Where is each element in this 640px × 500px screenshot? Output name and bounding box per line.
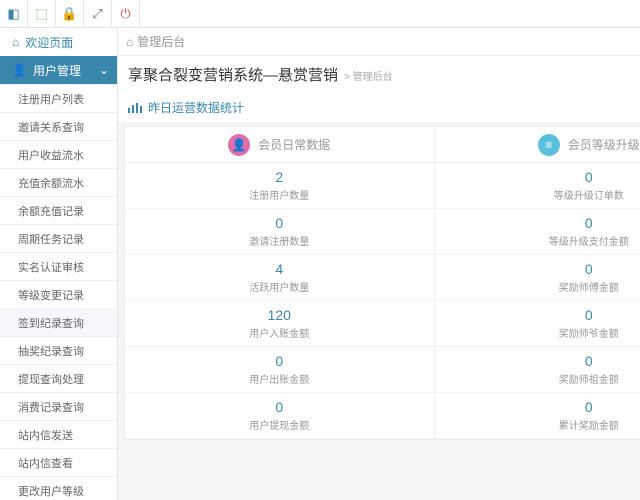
stats-column-0: 👤 会员日常数据 2 注册用户数量 0 邀请注册数量 4 活跃用户数量 120 用户入账金额 0 用户… (125, 127, 435, 439)
page-title: 享聚合裂变营销系统—悬赏营销 (128, 64, 338, 85)
stat-label: 注册用户数量 (125, 187, 434, 202)
top-toolbar: ◧ ⬚ 🔒 ⤢ ⏻ (0, 0, 640, 28)
sidebar-item-1[interactable]: 邀请关系查询 (0, 112, 117, 140)
home-icon: ⌂ (126, 35, 133, 49)
column-title: 会员日常数据 (258, 136, 330, 153)
sidebar: ⌂ 欢迎页面 👤 用户管理 ⌄ 注册用户列表邀请关系查询用户收益流水充值余额流水… (0, 28, 118, 500)
stat-item: 0 邀请注册数量 (125, 209, 434, 255)
sidebar-item-8[interactable]: 签到纪录查询 (0, 308, 117, 336)
header-label: 用户管理 (33, 62, 81, 79)
page-subtitle: > 管理后台 (344, 68, 393, 83)
sidebar-item-9[interactable]: 抽奖纪录查询 (0, 336, 117, 364)
column-title: 会员等级升级 (568, 136, 640, 153)
breadcrumb: ⌂ 管理后台 (118, 28, 640, 56)
stat-label: 用户提现金额 (125, 417, 434, 432)
stat-label: 奖励师傅金额 (435, 279, 640, 294)
stat-label: 等级升级支付金额 (435, 233, 640, 248)
sidebar-header-users[interactable]: 👤 用户管理 ⌄ (0, 56, 117, 84)
stat-value: 120 (125, 307, 434, 323)
sidebar-item-13[interactable]: 站内信查看 (0, 448, 117, 476)
welcome-label: 欢迎页面 (25, 34, 73, 51)
sidebar-item-0[interactable]: 注册用户列表 (0, 84, 117, 112)
stat-item: 0 用户出账金额 (125, 347, 434, 393)
stat-item: 0 等级升级订单数 (435, 163, 640, 209)
stat-item: 0 奖励师爷金额 (435, 301, 640, 347)
column-header: ≡ 会员等级升级 (435, 127, 640, 163)
sidebar-item-3[interactable]: 充值余额流水 (0, 168, 117, 196)
stat-label: 等级升级订单数 (435, 187, 640, 202)
stat-label: 奖励师爷金额 (435, 325, 640, 340)
stat-item: 0 等级升级支付金额 (435, 209, 640, 255)
stat-item: 0 用户提现金额 (125, 393, 434, 439)
sidebar-welcome[interactable]: ⌂ 欢迎页面 (0, 28, 117, 56)
stat-value: 4 (125, 261, 434, 277)
sidebar-item-10[interactable]: 提现查询处理 (0, 364, 117, 392)
column-header: 👤 会员日常数据 (125, 127, 434, 163)
stat-label: 奖励师祖金额 (435, 371, 640, 386)
stat-label: 用户入账金额 (125, 325, 434, 340)
crumb-text: 管理后台 (137, 33, 185, 50)
chevron-down-icon: ⌄ (99, 63, 109, 77)
stat-item: 0 奖励师傅金额 (435, 255, 640, 301)
stat-value: 0 (435, 353, 640, 369)
toolbar-btn-4[interactable]: ⤢ (84, 0, 112, 28)
stat-item: 2 注册用户数量 (125, 163, 434, 209)
stat-label: 活跃用户数量 (125, 279, 434, 294)
menu-icon: ≡ (538, 134, 560, 156)
stats-column-1: ≡ 会员等级升级 0 等级升级订单数 0 等级升级支付金额 0 奖励师傅金额 0 奖励师爷金额 0 奖… (435, 127, 640, 439)
toolbar-btn-3[interactable]: 🔒 (56, 0, 84, 28)
stat-label: 邀请注册数量 (125, 233, 434, 248)
sidebar-item-2[interactable]: 用户收益流水 (0, 140, 117, 168)
stat-item: 0 累计奖励金额 (435, 393, 640, 439)
home-icon: ⌂ (12, 35, 19, 49)
section-title: 昨日运营数据统计 (118, 93, 640, 122)
sidebar-item-5[interactable]: 周期任务记录 (0, 224, 117, 252)
user-icon: 👤 (12, 63, 27, 77)
toolbar-btn-2[interactable]: ⬚ (28, 0, 56, 28)
stat-value: 0 (125, 353, 434, 369)
sidebar-item-11[interactable]: 消费记录查询 (0, 392, 117, 420)
stats-panel: 👤会员日常数据2注册用户数量0邀请注册数量4活跃用户数量120用户入账金额0用户… (124, 126, 640, 440)
stat-value: 0 (435, 215, 640, 231)
sidebar-item-7[interactable]: 等级变更记录 (0, 280, 117, 308)
stat-value: 0 (435, 169, 640, 185)
page-title-row: 享聚合裂变营销系统—悬赏营销 > 管理后台 (118, 56, 640, 93)
user-icon: 👤 (228, 134, 250, 156)
stat-value: 2 (125, 169, 434, 185)
stat-label: 累计奖励金额 (435, 417, 640, 432)
stat-item: 4 活跃用户数量 (125, 255, 434, 301)
toolbar-btn-5[interactable]: ⏻ (112, 0, 140, 28)
stat-label: 用户出账金额 (125, 371, 434, 386)
stat-item: 120 用户入账金额 (125, 301, 434, 347)
stat-value: 0 (435, 399, 640, 415)
stat-value: 0 (435, 261, 640, 277)
stat-value: 0 (125, 215, 434, 231)
sidebar-item-6[interactable]: 实名认证审核 (0, 252, 117, 280)
sidebar-item-4[interactable]: 余额充值记录 (0, 196, 117, 224)
stat-item: 0 奖励师祖金额 (435, 347, 640, 393)
main-content: ⌂ 管理后台 享聚合裂变营销系统—悬赏营销 > 管理后台 昨日运营数据统计 👤 会… (118, 28, 640, 500)
sidebar-item-12[interactable]: 站内信发送 (0, 420, 117, 448)
stat-value: 0 (435, 307, 640, 323)
toolbar-btn-1[interactable]: ◧ (0, 0, 28, 28)
bars-icon (128, 103, 142, 113)
sidebar-item-14[interactable]: 更改用户等级 (0, 476, 117, 500)
section-label: 昨日运营数据统计 (148, 99, 244, 116)
stat-value: 0 (125, 399, 434, 415)
